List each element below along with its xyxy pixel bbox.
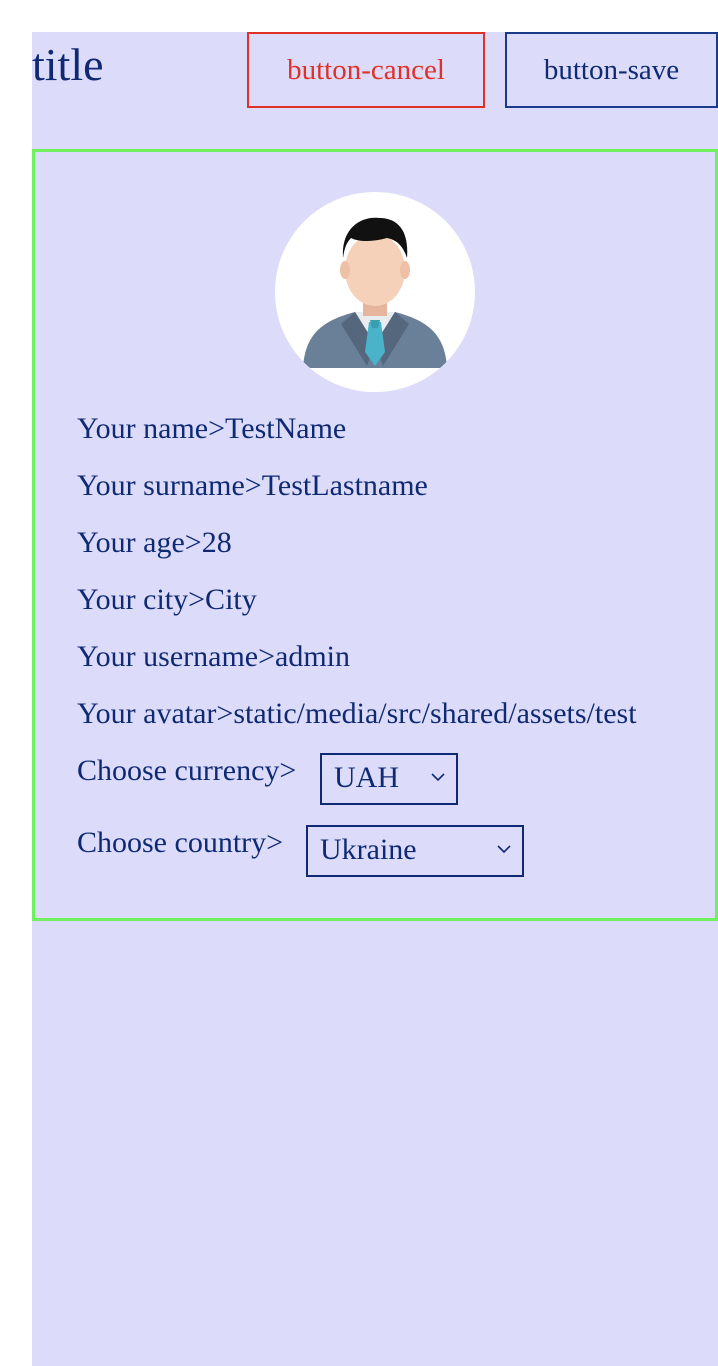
city-field: Your city>City xyxy=(77,583,257,616)
profile-page: title button-cancel button-save Your nam… xyxy=(32,32,718,1366)
chevron-down-icon xyxy=(497,845,511,854)
username-field: Your username>admin xyxy=(77,640,351,673)
surname-field: Your surname>TestLastname xyxy=(77,469,428,502)
currency-label: Choose currency> xyxy=(77,754,297,787)
country-value: Ukraine xyxy=(320,833,417,866)
avatar-path-field: Your avatar>static/media/src/shared/asse… xyxy=(77,697,637,730)
country-label: Choose country> xyxy=(77,826,284,859)
country-select[interactable]: Ukraine xyxy=(306,825,524,877)
age-field: Your age>28 xyxy=(77,526,232,559)
save-button[interactable]: button-save xyxy=(505,32,718,108)
name-field: Your name>TestName xyxy=(77,412,347,445)
cancel-button[interactable]: button-cancel xyxy=(247,32,485,108)
chevron-down-icon xyxy=(431,773,445,782)
page-title: title xyxy=(32,39,104,90)
profile-card: Your name>TestName Your surname>TestLast… xyxy=(32,149,718,921)
currency-select[interactable]: UAH xyxy=(320,753,458,805)
currency-value: UAH xyxy=(334,761,399,794)
user-avatar-icon xyxy=(275,192,475,392)
